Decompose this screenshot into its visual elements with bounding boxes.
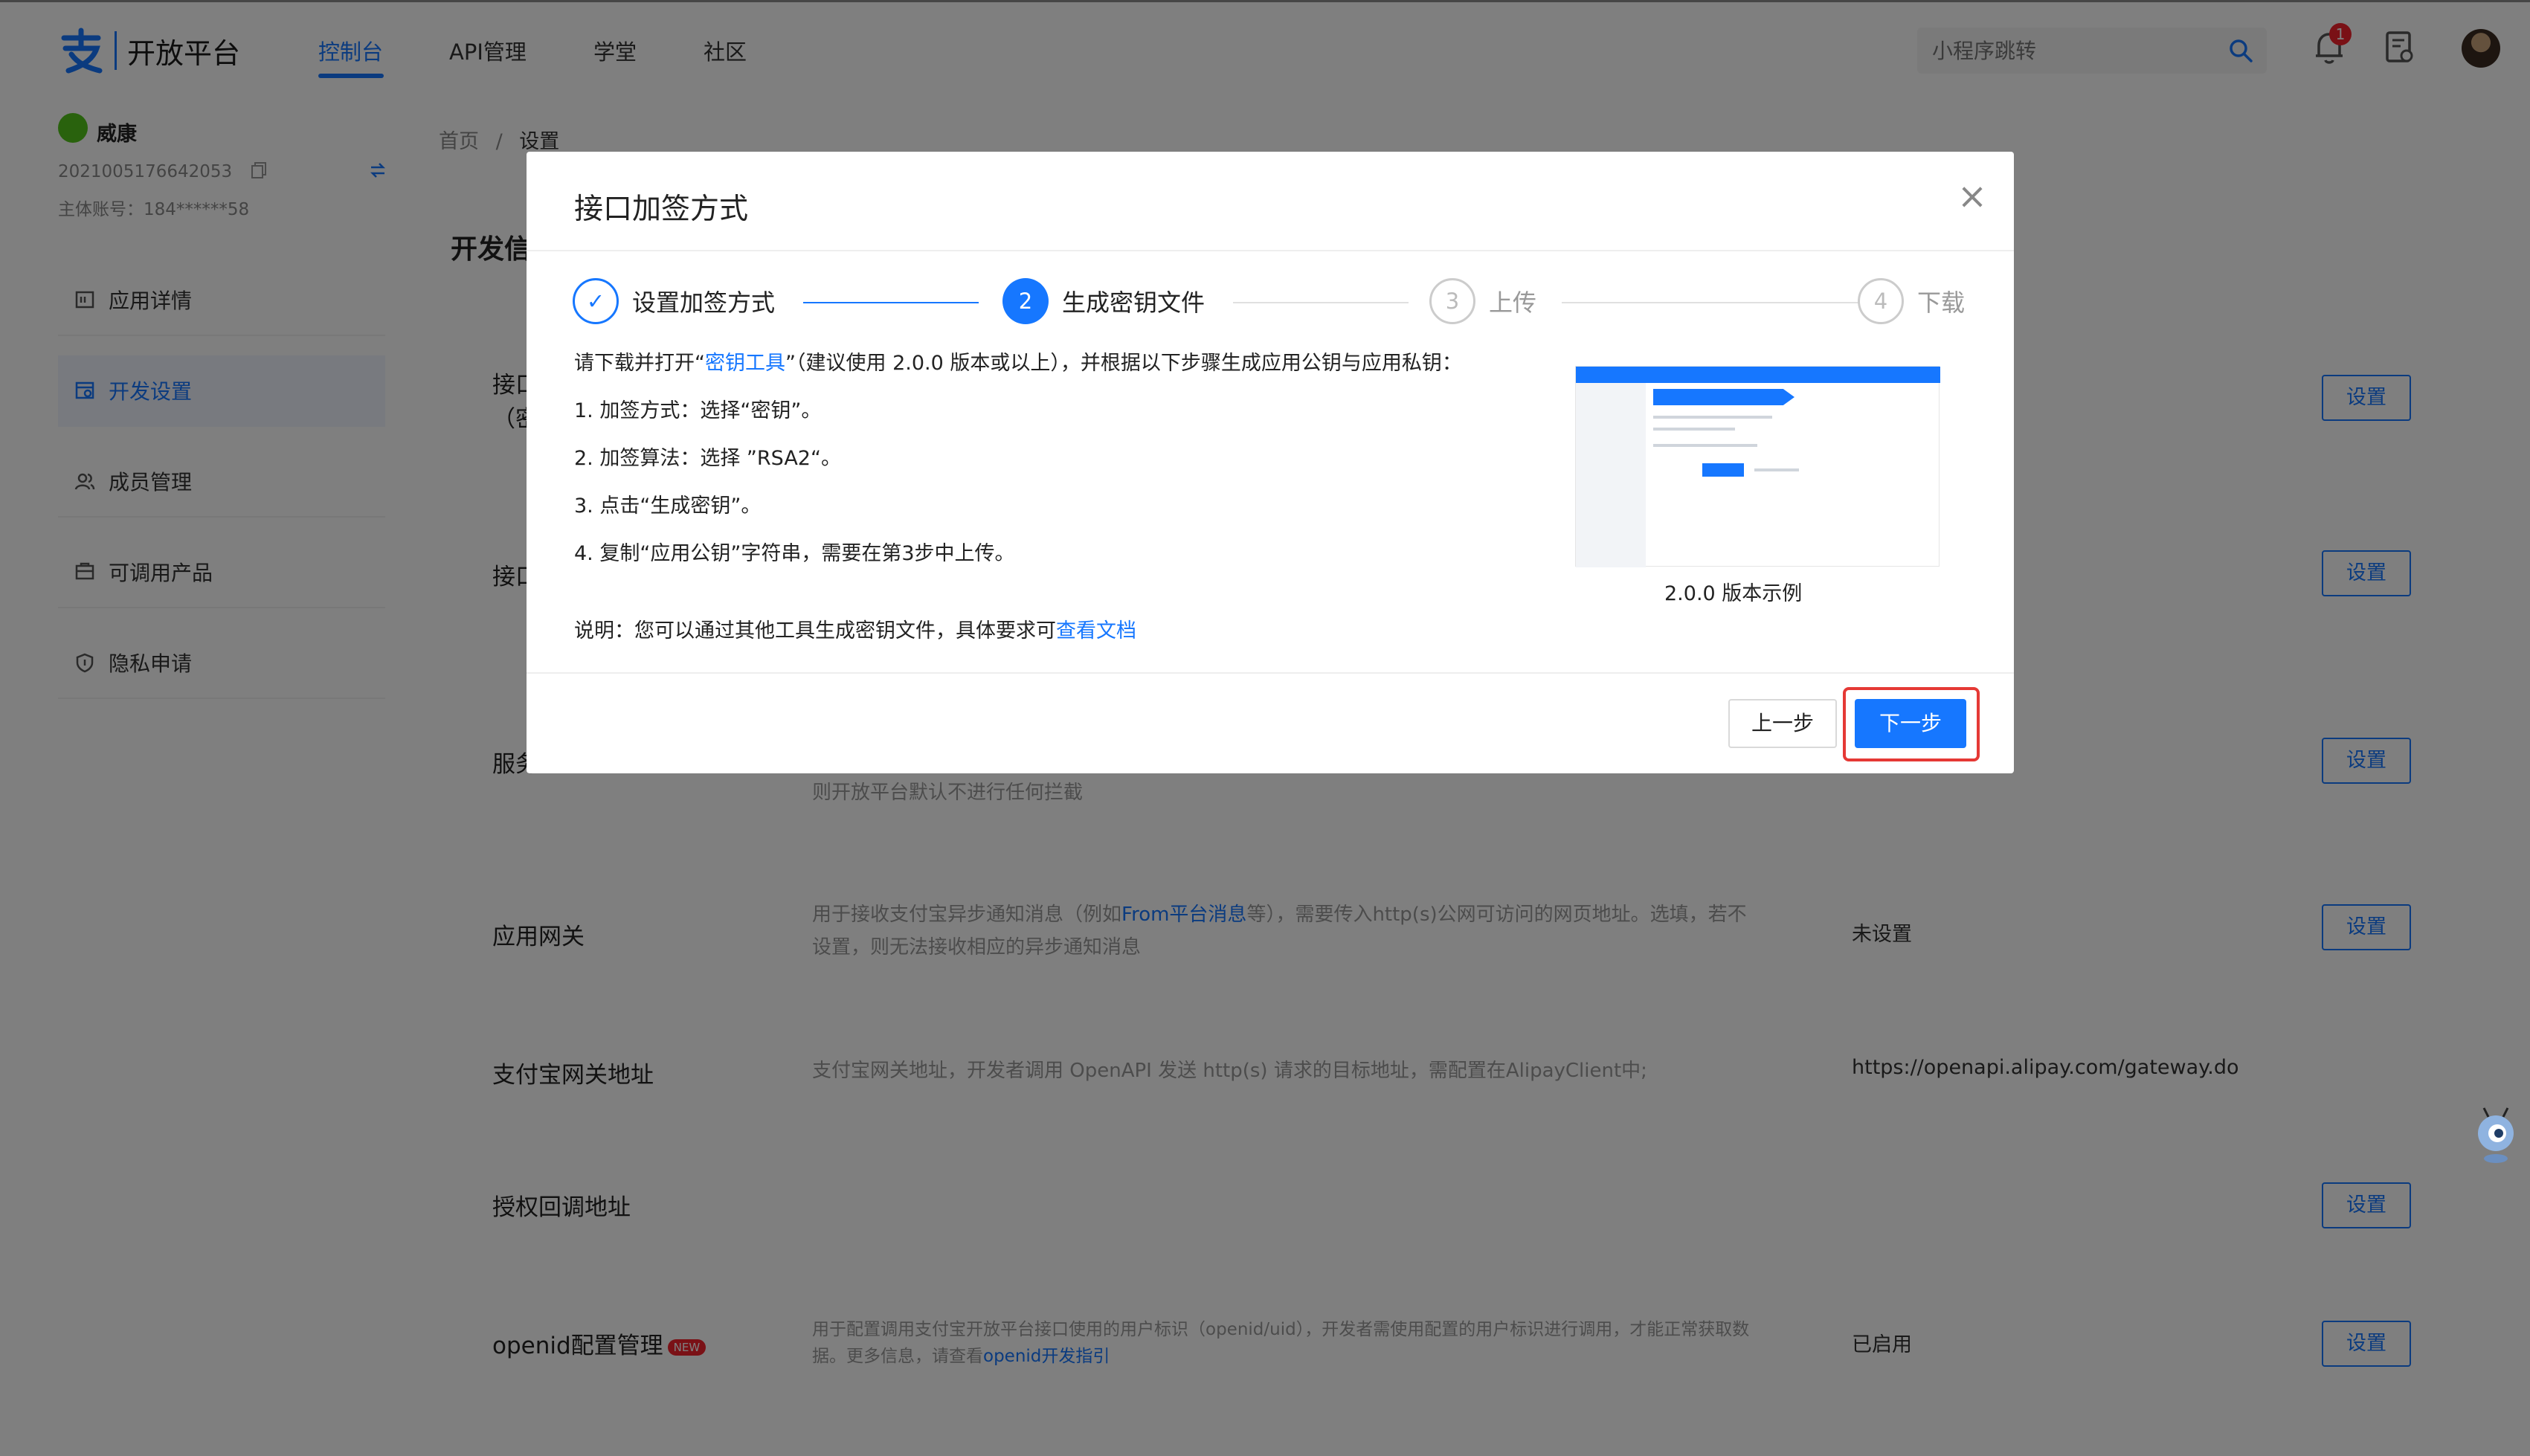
- instruction-step-1: 1. 加签方式：选择“密钥”。: [574, 399, 822, 422]
- key-tool-preview-image: [1575, 366, 1940, 567]
- previous-step-button[interactable]: 上一步: [1728, 699, 1837, 748]
- note-text: 说明：您可以通过其他工具生成密钥文件，具体要求可: [574, 619, 1056, 642]
- step-label: 下载: [1917, 289, 1966, 317]
- preview-line: [1653, 416, 1772, 419]
- preview-line: [1653, 428, 1735, 431]
- instruction-step-3: 3. 点击“生成密钥”。: [574, 495, 762, 518]
- preview-step-arrow: [1653, 389, 1795, 405]
- step-3: 3 上传: [1429, 278, 1536, 324]
- step-1: ✓ 设置加签方式: [573, 278, 775, 324]
- instruction-note: 说明：您可以通过其他工具生成密钥文件，具体要求可查看文档: [574, 614, 1136, 643]
- instruction-step-4: 4. 复制“应用公钥”字符串，需要在第3步中上传。: [574, 542, 1015, 565]
- step-4: 4 下载: [1858, 278, 1965, 324]
- step-number: 2: [1002, 278, 1049, 324]
- step-connector-done: [803, 302, 979, 303]
- step-number: 3: [1429, 278, 1475, 324]
- instruction-intro: 请下载并打开“密钥工具”（建议使用 2.0.0 版本或以上），并根据以下步骤生成…: [574, 347, 1462, 376]
- preview-button: [1702, 463, 1744, 477]
- step-label: 上传: [1489, 289, 1537, 317]
- preview-line: [1754, 468, 1799, 471]
- view-docs-link[interactable]: 查看文档: [1056, 619, 1136, 642]
- intro-text: 请下载并打开“: [574, 352, 705, 375]
- intro-text: ”（建议使用 2.0.0 版本或以上），并根据以下步骤生成应用公钥与应用私钥：: [785, 352, 1462, 375]
- assistant-robot-icon[interactable]: [2469, 1107, 2523, 1166]
- step-2: 2 生成密钥文件: [1002, 278, 1205, 324]
- step-label: 生成密钥文件: [1062, 289, 1206, 317]
- highlight-box: [1843, 687, 1980, 761]
- dialog-footer-divider: [527, 672, 2014, 674]
- check-icon: ✓: [573, 278, 619, 324]
- dialog-header-divider: [527, 250, 2014, 251]
- preview-caption: 2.0.0 版本示例: [1664, 582, 1803, 605]
- close-icon[interactable]: ×: [1954, 178, 1990, 214]
- preview-titlebar: [1576, 367, 1940, 383]
- step-number: 4: [1858, 278, 1904, 324]
- step-connector: [1233, 302, 1409, 303]
- key-tool-link[interactable]: 密钥工具: [705, 352, 785, 375]
- step-connector: [1562, 302, 1859, 303]
- instruction-step-2: 2. 加签算法：选择 ”RSA2“。: [574, 447, 841, 470]
- preview-sidebar: [1576, 383, 1646, 567]
- step-label: 设置加签方式: [632, 289, 776, 317]
- sign-method-dialog: 接口加签方式 × ✓ 设置加签方式 2 生成密钥文件 3 上传 4 下载 请下载…: [527, 152, 2014, 773]
- preview-line: [1653, 444, 1757, 447]
- dialog-title: 接口加签方式: [574, 193, 749, 226]
